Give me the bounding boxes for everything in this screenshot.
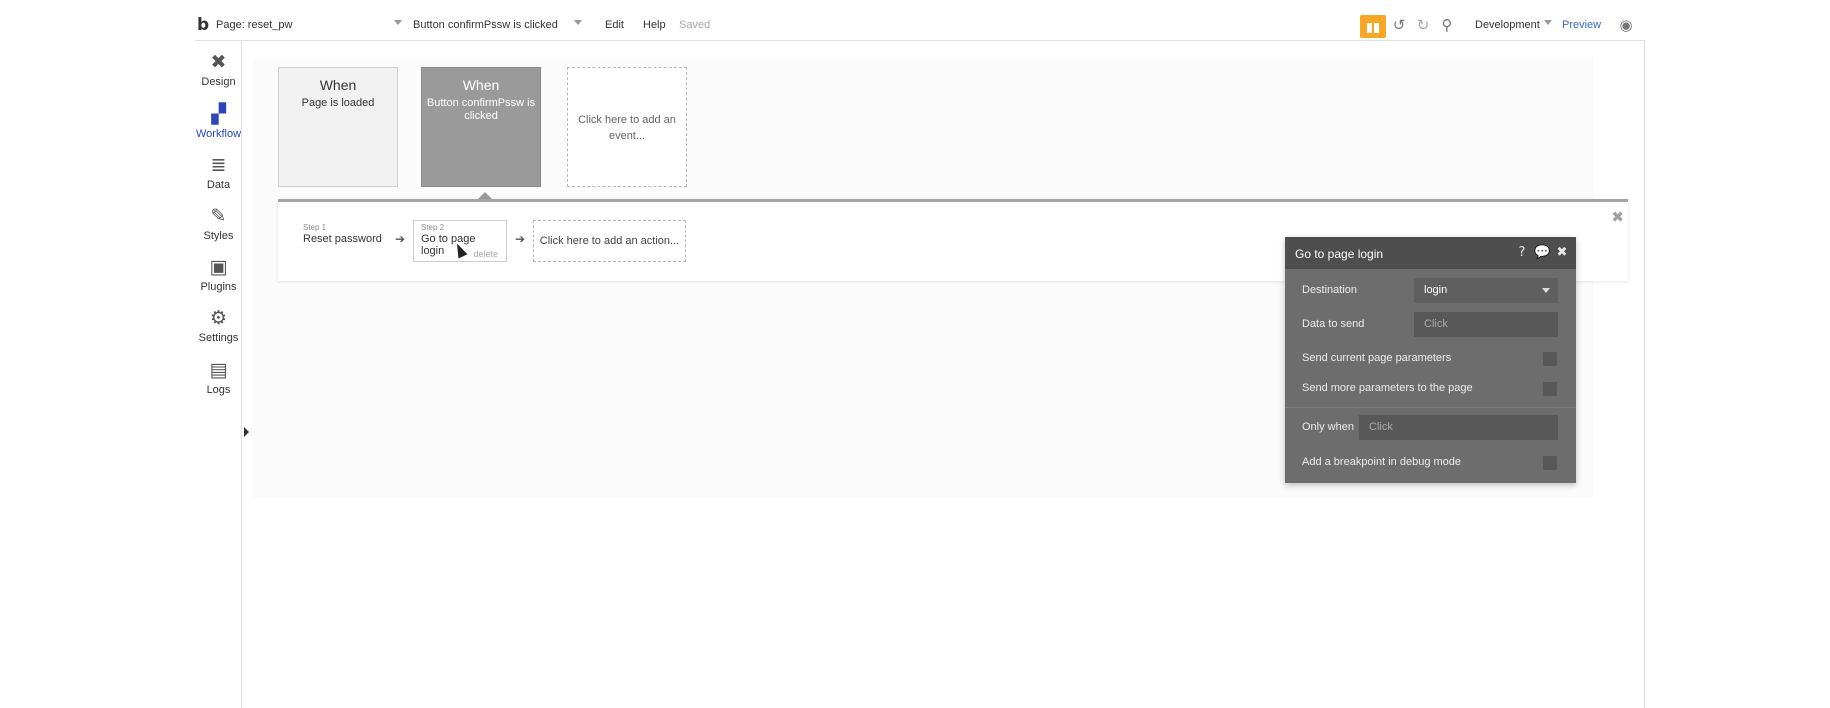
arrow-right-icon: ➔ bbox=[515, 232, 526, 246]
comment-icon[interactable]: 💬 bbox=[1534, 245, 1550, 261]
chevron-down-icon bbox=[1542, 288, 1550, 293]
nav-styles[interactable]: ✎ Styles bbox=[195, 205, 242, 242]
send-current-params-checkbox[interactable] bbox=[1543, 352, 1557, 366]
destination-dropdown[interactable]: login bbox=[1414, 278, 1558, 303]
workflow-icon: ▞ bbox=[211, 103, 226, 125]
destination-label: Destination bbox=[1302, 284, 1358, 296]
only-when-label: Only when bbox=[1302, 421, 1354, 433]
edit-menu[interactable]: Edit bbox=[605, 19, 624, 31]
event-when-label: When bbox=[319, 77, 357, 93]
close-icon[interactable]: ✖ bbox=[1611, 208, 1624, 226]
page-selector-chevron-icon[interactable] bbox=[394, 20, 402, 25]
nav-plugins[interactable]: ▣ Plugins bbox=[195, 256, 242, 293]
document-icon: ▤ bbox=[209, 359, 228, 381]
step-reset-password[interactable]: Step 1 Reset password bbox=[303, 223, 382, 265]
nav-data-label: Data bbox=[206, 179, 231, 191]
plugin-icon: ▣ bbox=[209, 256, 228, 278]
event-description: Button confirmPssw is clicked bbox=[426, 97, 536, 122]
top-bar: b Page: reset_pw Button confirmPssw is c… bbox=[195, 0, 1645, 41]
panel-divider bbox=[1285, 407, 1576, 408]
event-card-page-loaded[interactable]: When Page is loaded bbox=[278, 67, 398, 187]
event-selector-chevron-icon[interactable] bbox=[574, 20, 582, 25]
nav-styles-label: Styles bbox=[203, 230, 234, 242]
preview-link[interactable]: Preview bbox=[1562, 19, 1601, 31]
bubble-logo[interactable]: b bbox=[197, 15, 209, 35]
step-number: Step 2 bbox=[421, 223, 445, 232]
nav-workflow-label: Workflow bbox=[195, 128, 242, 140]
event-card-button-clicked[interactable]: When Button confirmPssw is clicked bbox=[421, 67, 541, 187]
step-name: Reset password bbox=[303, 233, 382, 245]
add-event-button[interactable]: Click here to add an event... bbox=[567, 67, 687, 187]
selected-event-pointer bbox=[478, 192, 492, 199]
nav-expand-arrow-icon[interactable] bbox=[244, 427, 249, 437]
environment-chevron-icon[interactable] bbox=[1544, 20, 1552, 25]
send-more-params-checkbox[interactable] bbox=[1543, 382, 1557, 396]
left-nav: ✖ Design ▞ Workflow ≣ Data ✎ Styles ▣ Pl… bbox=[195, 41, 249, 708]
gear-icon: ⚙ bbox=[209, 307, 228, 329]
event-selector[interactable]: Button confirmPssw is clicked bbox=[413, 19, 558, 31]
nav-settings-label: Settings bbox=[198, 332, 239, 344]
nav-logs-label: Logs bbox=[206, 384, 231, 396]
user-icon[interactable]: ◉ bbox=[1617, 16, 1635, 34]
event-description: Page is loaded bbox=[301, 97, 375, 109]
help-menu[interactable]: Help bbox=[643, 19, 666, 31]
data-to-send-field[interactable]: Click bbox=[1414, 312, 1558, 337]
nav-settings[interactable]: ⚙ Settings bbox=[195, 307, 242, 344]
panel-title: Go to page login bbox=[1295, 247, 1384, 261]
nav-plugins-label: Plugins bbox=[200, 281, 237, 293]
environment-selector[interactable]: Development bbox=[1475, 19, 1540, 31]
undo-icon[interactable]: ↺ bbox=[1390, 16, 1408, 34]
gift-icon[interactable] bbox=[1360, 15, 1386, 38]
nav-workflow[interactable]: ▞ Workflow bbox=[195, 103, 242, 140]
send-current-params-label: Send current page parameters bbox=[1302, 352, 1452, 364]
nav-data[interactable]: ≣ Data bbox=[195, 154, 242, 191]
event-when-label: When bbox=[462, 77, 500, 93]
data-to-send-label: Data to send bbox=[1302, 318, 1365, 330]
action-property-panel: Go to page login ? 💬 ✖ Destination login… bbox=[1285, 237, 1576, 483]
database-icon: ≣ bbox=[210, 154, 227, 176]
send-more-params-label: Send more parameters to the page bbox=[1302, 382, 1473, 394]
step-number: Step 1 bbox=[303, 223, 327, 232]
help-icon[interactable]: ? bbox=[1514, 245, 1530, 261]
destination-value: login bbox=[1424, 284, 1448, 296]
delete-step-link[interactable]: delete bbox=[473, 249, 498, 259]
breakpoint-checkbox[interactable] bbox=[1543, 456, 1557, 470]
design-icon: ✖ bbox=[210, 51, 227, 73]
close-icon[interactable]: ✖ bbox=[1554, 245, 1570, 261]
arrow-right-icon: ➔ bbox=[395, 232, 406, 246]
only-when-field[interactable]: Click bbox=[1359, 415, 1558, 440]
nav-design[interactable]: ✖ Design bbox=[195, 51, 242, 88]
page-selector[interactable]: Page: reset_pw bbox=[216, 19, 292, 31]
breakpoint-label: Add a breakpoint in debug mode bbox=[1302, 456, 1462, 468]
search-icon[interactable]: ⚲ bbox=[1438, 16, 1456, 34]
nav-design-label: Design bbox=[201, 76, 236, 88]
redo-icon[interactable]: ↻ bbox=[1414, 16, 1432, 34]
save-status: Saved bbox=[679, 19, 711, 31]
panel-header: Go to page login ? 💬 ✖ bbox=[1285, 237, 1576, 269]
add-action-button[interactable]: Click here to add an action... bbox=[533, 220, 686, 262]
nav-logs[interactable]: ▤ Logs bbox=[195, 359, 242, 396]
brush-icon: ✎ bbox=[210, 205, 227, 227]
